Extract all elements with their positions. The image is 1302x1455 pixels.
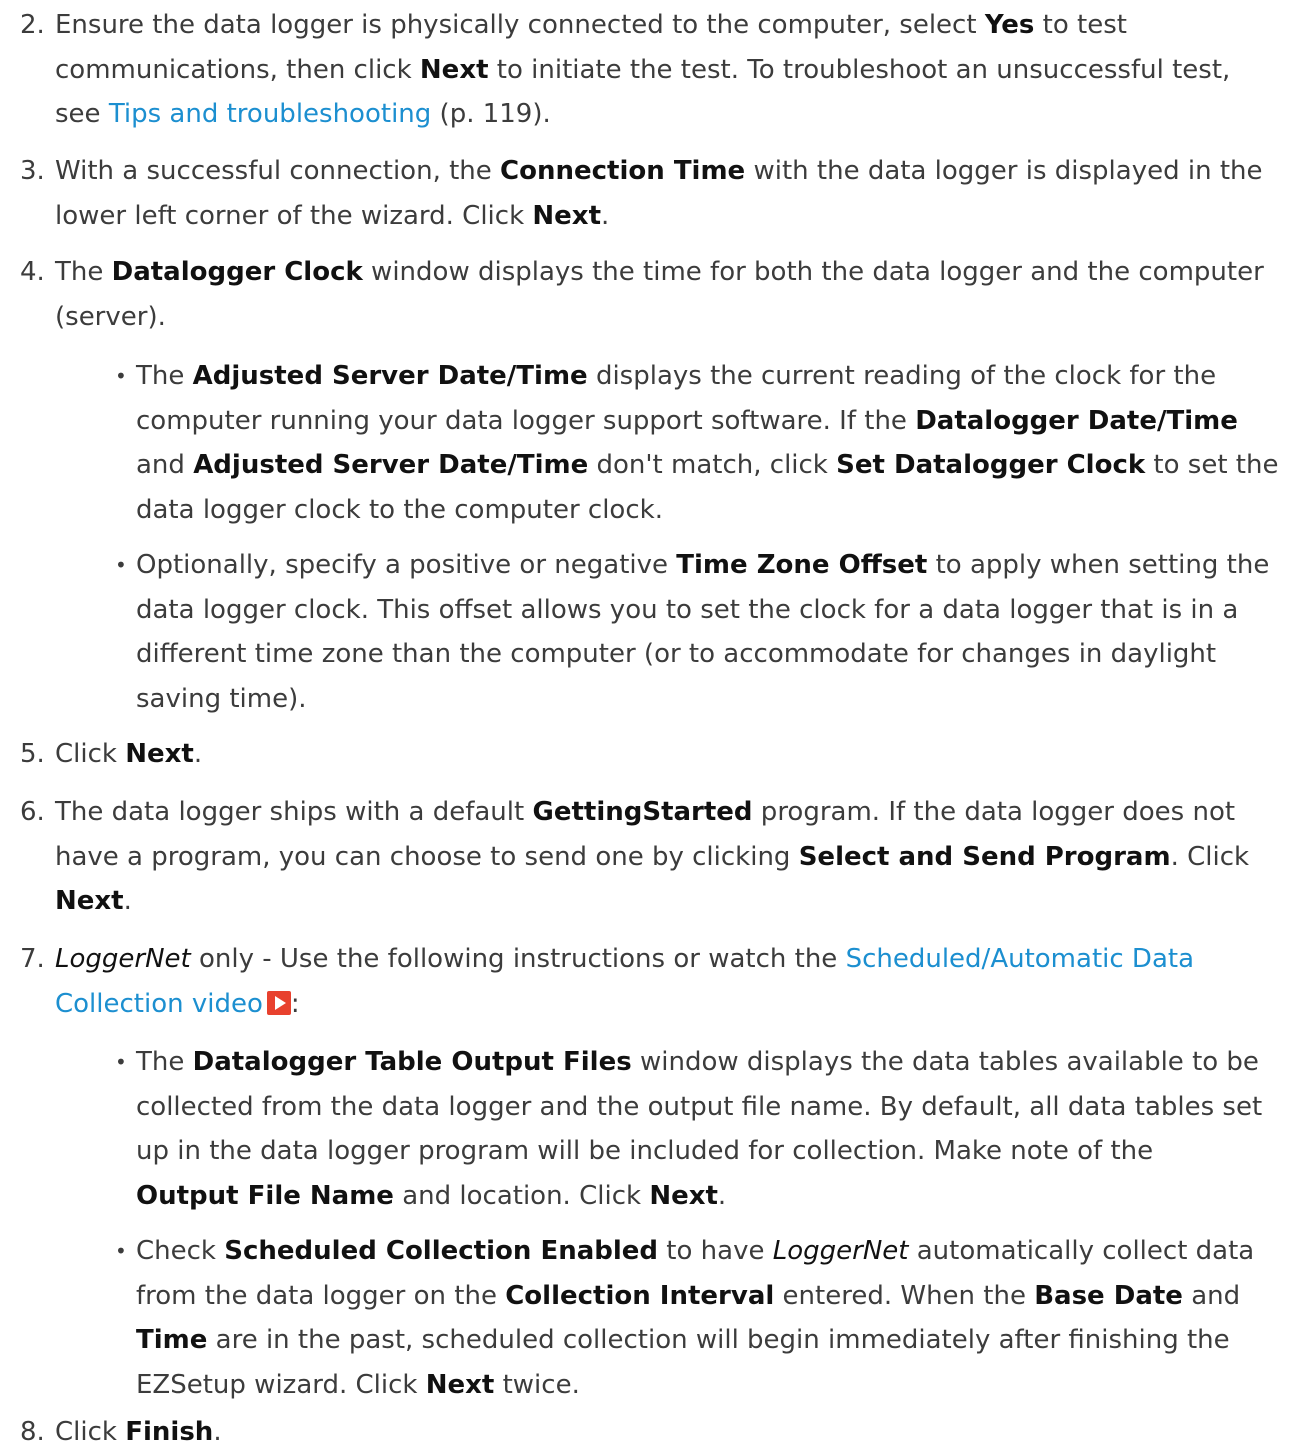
bullet-dot: • xyxy=(115,364,127,388)
step-number: 8. xyxy=(20,1417,45,1447)
bullet-text: Optionally, specify a positive or negati… xyxy=(136,550,1270,714)
bullet-text: Check Scheduled Collection Enabled to ha… xyxy=(136,1236,1255,1400)
step-number: 3. xyxy=(20,156,45,186)
step-text: LoggerNet only - Use the following instr… xyxy=(55,944,1195,1019)
step-number: 2. xyxy=(20,10,45,40)
step-number: 5. xyxy=(20,739,45,769)
step-text: The data logger ships with a default Get… xyxy=(55,797,1250,916)
scheduled-collection-video-link[interactable]: Scheduled/Automatic Data xyxy=(846,944,1194,974)
bullet-text: The Datalogger Table Output Files window… xyxy=(136,1047,1263,1211)
bullet-dot: • xyxy=(115,553,127,577)
scheduled-collection-video-link[interactable]: Collection video xyxy=(55,989,263,1019)
step-number: 7. xyxy=(20,944,45,974)
step-text: Click Next. xyxy=(55,739,203,769)
bullet-dot: • xyxy=(115,1239,127,1263)
step-text: Ensure the data logger is physically con… xyxy=(55,10,1231,129)
bullet-dot: • xyxy=(115,1050,127,1074)
step-number: 6. xyxy=(20,797,45,827)
tips-troubleshooting-link[interactable]: Tips and troubleshooting xyxy=(109,99,431,129)
step-number: 4. xyxy=(20,257,45,287)
bullet-text: The Adjusted Server Date/Time displays t… xyxy=(136,361,1279,525)
video-play-icon[interactable] xyxy=(266,990,291,1015)
step-text: Click Finish. xyxy=(55,1417,222,1447)
step-text: With a successful connection, the Connec… xyxy=(55,156,1263,231)
step-text: The Datalogger Clock window displays the… xyxy=(55,257,1264,332)
